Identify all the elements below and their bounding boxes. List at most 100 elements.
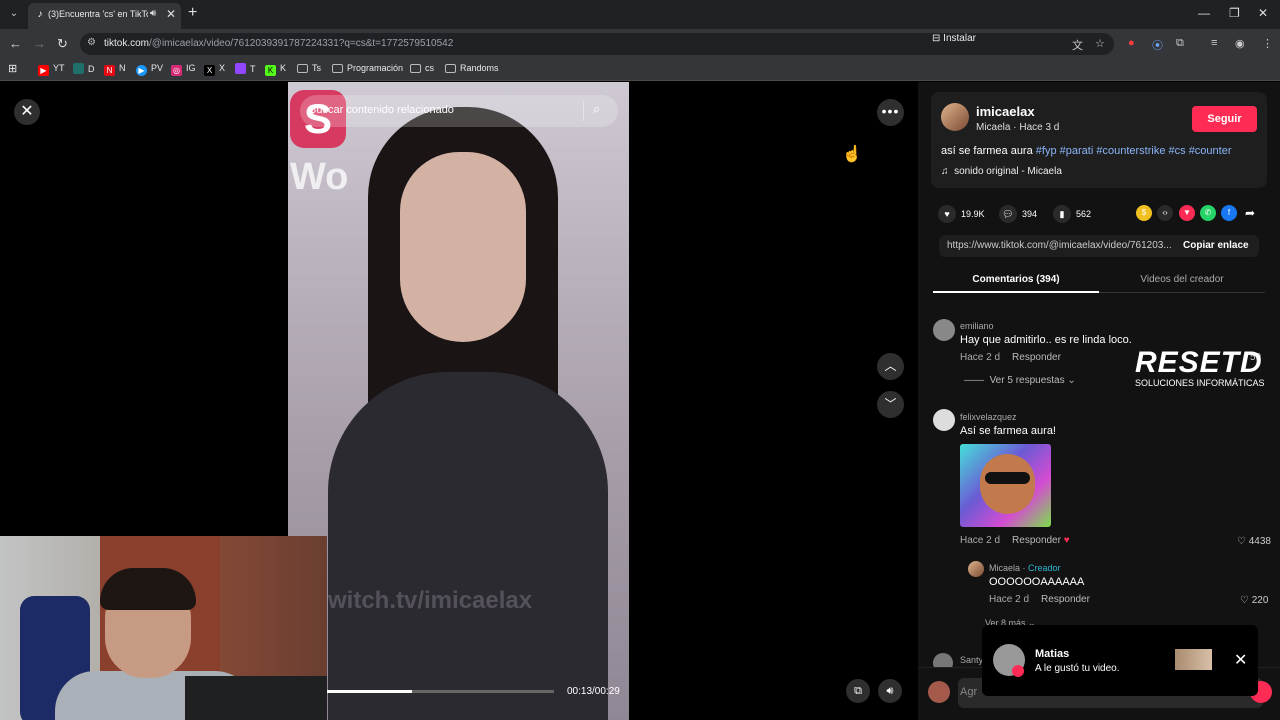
creator-badge: Creador	[1028, 563, 1061, 573]
bookmark-folder-programacion[interactable]: Programación	[332, 63, 403, 73]
reply-button[interactable]: Responder	[1041, 594, 1090, 605]
window-close-icon[interactable]: ✕	[1258, 6, 1268, 20]
translate-icon[interactable]: 文	[1072, 37, 1083, 53]
bookmark-t[interactable]: T	[235, 63, 256, 74]
notification-name: Matias	[1035, 648, 1070, 660]
music-info[interactable]: ♫ sonido original - Micaela	[941, 166, 1062, 177]
video-player[interactable]: S Wo witch.tv/imicaelax Buscar contenido…	[288, 82, 629, 720]
bookmarks-bar: ⊞ ▶ YT D NN ▶ PV ◎ IG XX T KK Ts Programaci…	[0, 59, 1280, 81]
save-stat[interactable]: ▮ 562	[1053, 205, 1091, 223]
comment-text: Hay que admitirlo.. es re linda loco.	[960, 334, 1132, 346]
more-options-button[interactable]: •••	[877, 99, 904, 126]
comment-username[interactable]: emiliano	[960, 321, 994, 331]
tab-search-icon[interactable]: ⌄	[6, 5, 22, 23]
music-note-icon: ♫	[941, 166, 949, 177]
browser-menu-icon[interactable]: ⋮	[1262, 37, 1273, 50]
panel-tabs: Comentarios (394) Videos del creador	[933, 270, 1265, 293]
bookmark-d[interactable]: D	[73, 63, 95, 74]
bookmark-x[interactable]: XX	[204, 63, 225, 76]
sticker-sunglasses	[985, 472, 1030, 484]
bookmark-folder-randoms[interactable]: Randoms	[445, 63, 499, 73]
bookmark-n[interactable]: NN	[104, 63, 126, 76]
minimize-icon[interactable]: —	[1198, 6, 1210, 20]
previous-video-button[interactable]: ︿	[877, 353, 904, 380]
profile-avatar-icon[interactable]: ◉	[1235, 37, 1245, 50]
bookmark-star-icon[interactable]: ☆	[1095, 37, 1105, 50]
new-tab-icon[interactable]: +	[188, 4, 197, 22]
site-info-icon[interactable]: ⚙	[87, 37, 96, 48]
volume-button[interactable]: 🔊︎	[878, 679, 902, 703]
audio-playing-icon[interactable]: 🔊︎	[150, 8, 156, 19]
webcam-monitor	[185, 676, 327, 720]
notification-video-thumbnail	[1175, 649, 1212, 670]
comment-stat[interactable]: 💬︎ 394	[999, 205, 1037, 223]
reply-username[interactable]: Micaela · Creador	[989, 563, 1061, 573]
embed-share-icon[interactable]: ‹›	[1157, 205, 1173, 221]
video-progress-bar[interactable]	[327, 690, 554, 693]
hashtag[interactable]: #fyp	[1036, 145, 1057, 157]
install-app-button[interactable]: ⊟ Instalar	[932, 33, 976, 44]
media-control-icon[interactable]: ≡	[1211, 37, 1217, 49]
back-icon[interactable]: ←	[9, 36, 22, 51]
like-stat[interactable]: ♥ 19.9K	[938, 205, 985, 223]
share-link-text[interactable]: https://www.tiktok.com/@imicaelax/video/…	[947, 240, 1171, 251]
bookmark-ig[interactable]: ◎ IG	[171, 63, 196, 76]
apps-grid-icon[interactable]: ⊞	[8, 62, 17, 75]
hashtag[interactable]: #counter	[1189, 145, 1232, 157]
video-frame-body	[328, 372, 608, 720]
view-replies-button[interactable]: —— Ver 5 respuestas ⌄	[964, 375, 1076, 386]
reply-button[interactable]: Responder	[1012, 535, 1061, 546]
post-description-text: así se farmea aura	[941, 145, 1033, 157]
extensions-icon[interactable]: ⧉	[1176, 37, 1184, 50]
tab-comments[interactable]: Comentarios (394)	[933, 274, 1099, 285]
bookmark-folder-cs[interactable]: cs	[410, 63, 434, 73]
search-icon[interactable]: ⌕	[593, 101, 600, 117]
hashtag[interactable]: #counterstrike	[1096, 145, 1165, 157]
copy-link-button[interactable]: Copiar enlace	[1183, 240, 1249, 251]
bookmark-k[interactable]: KK	[265, 63, 286, 76]
coin-share-icon[interactable]: $	[1136, 205, 1152, 221]
reply-button[interactable]: Responder	[1012, 352, 1061, 363]
browser-tab[interactable]: ♪ (3)Encuentra 'cs' en TikTok 🔊︎ ✕	[28, 3, 181, 29]
d-icon	[73, 63, 84, 74]
comment-username[interactable]: Santy	[960, 655, 983, 665]
comment-icon: 💬︎	[999, 205, 1017, 223]
comment-like[interactable]: ♡ 4438	[1237, 536, 1271, 547]
extension-record-icon[interactable]: ●	[1128, 37, 1135, 49]
next-video-button[interactable]: ﹀	[877, 391, 904, 418]
hashtag[interactable]: #parati	[1060, 145, 1094, 157]
facebook-share-icon[interactable]: f	[1221, 205, 1237, 221]
reload-icon[interactable]: ↻	[57, 36, 68, 52]
comment-avatar[interactable]	[933, 319, 955, 341]
prime-video-icon: ▶	[136, 65, 147, 76]
forward-icon[interactable]: →	[33, 36, 46, 51]
hashtag[interactable]: #cs	[1169, 145, 1186, 157]
whatsapp-share-icon[interactable]: ✆	[1200, 205, 1216, 221]
notification-close-icon[interactable]: ✕	[1234, 650, 1247, 670]
related-search-input[interactable]: Buscar contenido relacionado ⌕	[300, 95, 618, 127]
bookmark-yt[interactable]: ▶ YT	[38, 63, 65, 76]
comment-meta: Hace 2 d Responder	[960, 352, 1061, 363]
comment-sticker-image[interactable]	[960, 444, 1051, 527]
floating-player-button[interactable]: ⧉	[846, 679, 870, 703]
maximize-icon[interactable]: ❐	[1229, 6, 1240, 20]
send-share-icon[interactable]: ▼	[1179, 205, 1195, 221]
author-avatar[interactable]	[941, 103, 969, 131]
like-notification[interactable]: Matias A le gustó tu video. ✕	[982, 625, 1258, 696]
tab-creator-videos[interactable]: Videos del creador	[1099, 274, 1265, 285]
comment-meta: Hace 2 d Responder ♥	[960, 535, 1070, 546]
tab-close-icon[interactable]: ✕	[166, 7, 176, 21]
extension-audio-icon[interactable]: ⦿	[1152, 37, 1163, 53]
comment-username[interactable]: felixvelazquez	[960, 412, 1017, 422]
author-username[interactable]: imicaelax	[976, 104, 1035, 119]
browser-toolbar: ← → ↻ ⚙ tiktok.com/@imicaelax/video/7612…	[0, 29, 1280, 59]
reply-like[interactable]: ♡ 220	[1240, 595, 1268, 606]
follow-button[interactable]: Seguir	[1192, 106, 1257, 132]
bookmark-folder-ts[interactable]: Ts	[297, 63, 321, 73]
bookmark-pv[interactable]: ▶ PV	[136, 63, 163, 76]
close-video-button[interactable]: ✕	[14, 99, 40, 125]
more-share-icon[interactable]: ➦	[1242, 205, 1258, 221]
comment-avatar[interactable]	[933, 409, 955, 431]
heart-outline-icon: ♡	[1240, 595, 1249, 606]
reply-avatar[interactable]	[968, 561, 984, 577]
